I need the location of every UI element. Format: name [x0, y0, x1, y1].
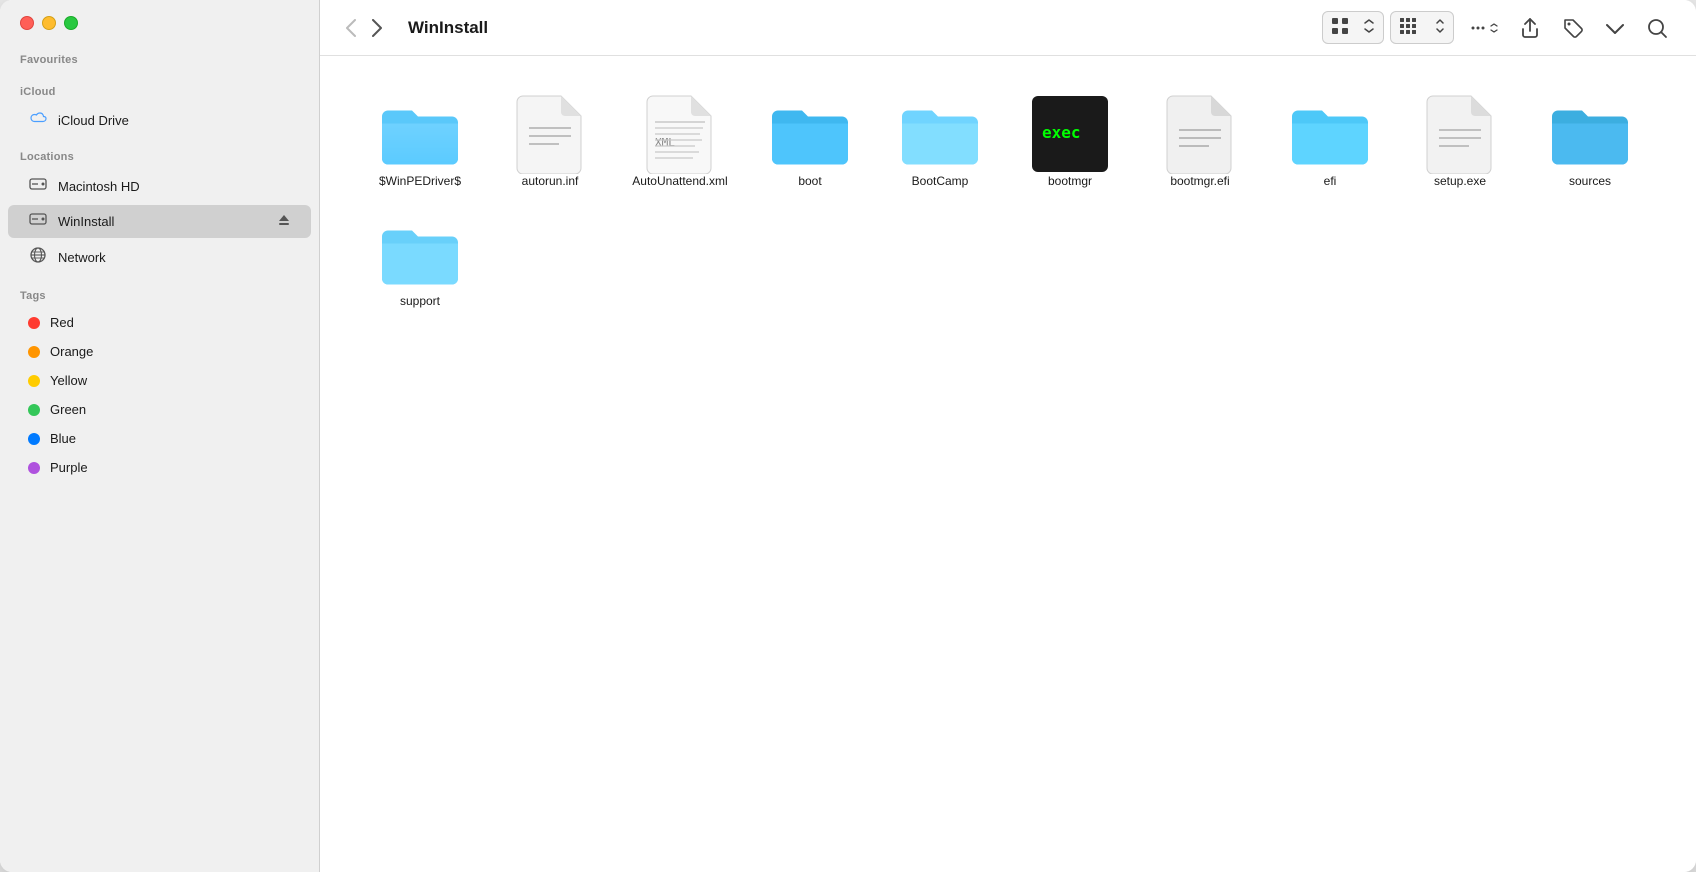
file-name-sources: sources: [1569, 174, 1611, 188]
tag-red-label: Red: [50, 315, 74, 330]
favourites-label: Favourites: [0, 40, 319, 72]
overflow-button[interactable]: [1598, 17, 1632, 39]
file-item-bootmgr[interactable]: exec bootmgr: [1010, 86, 1130, 196]
tag-dot-blue: [28, 433, 40, 445]
folder-icon-bootcamp: [900, 94, 980, 174]
forward-button[interactable]: [366, 15, 388, 41]
file-icon-autounattend: XML: [640, 94, 720, 174]
close-button[interactable]: [20, 16, 34, 30]
file-icon-setup-exe: [1420, 94, 1500, 174]
file-icon-autorun: [510, 94, 590, 174]
disk-icon-2: [28, 211, 48, 232]
tag-button[interactable]: [1554, 13, 1592, 43]
file-item-support[interactable]: support: [360, 206, 480, 316]
toolbar-right: [1322, 11, 1676, 44]
file-name-winpedriver: $WinPEDriver$: [379, 174, 461, 188]
file-item-autounattend[interactable]: XML AutoUnattend.xml: [620, 86, 740, 196]
sidebar-item-tag-green[interactable]: Green: [8, 396, 311, 423]
back-button[interactable]: [340, 15, 362, 41]
sidebar-item-tag-orange[interactable]: Orange: [8, 338, 311, 365]
tag-orange-label: Orange: [50, 344, 93, 359]
maximize-button[interactable]: [64, 16, 78, 30]
svg-text:XML: XML: [655, 136, 675, 149]
file-name-autounattend: AutoUnattend.xml: [632, 174, 727, 188]
view-chevron-button2[interactable]: [1429, 16, 1451, 39]
view-list-button[interactable]: [1393, 14, 1427, 41]
tag-yellow-label: Yellow: [50, 373, 87, 388]
view-chevron-button[interactable]: [1357, 16, 1381, 39]
tag-dot-red: [28, 317, 40, 329]
more-options-button[interactable]: [1460, 14, 1506, 42]
disk-icon: [28, 176, 48, 197]
tags-label: Tags: [0, 276, 319, 308]
svg-text:exec: exec: [1042, 123, 1081, 142]
file-name-boot: boot: [798, 174, 821, 188]
locations-label: Locations: [0, 137, 319, 169]
macintosh-hd-label: Macintosh HD: [58, 179, 140, 194]
file-icon-bootmgr: exec: [1030, 94, 1110, 174]
tag-green-label: Green: [50, 402, 86, 417]
network-label: Network: [58, 250, 106, 265]
file-item-bootcamp[interactable]: BootCamp: [880, 86, 1000, 196]
view-toggle-group: [1322, 11, 1384, 44]
wininstall-label: WinInstall: [58, 214, 114, 229]
file-item-winpedriver[interactable]: $WinPEDriver$: [360, 86, 480, 196]
file-name-efi: efi: [1324, 174, 1337, 188]
icloud-drive-label: iCloud Drive: [58, 113, 129, 128]
folder-icon-boot: [770, 94, 850, 174]
folder-icon-support: [380, 214, 460, 294]
toolbar-title: WinInstall: [408, 18, 488, 38]
sidebar-item-tag-purple[interactable]: Purple: [8, 454, 311, 481]
nav-buttons: [340, 15, 388, 41]
tag-dot-orange: [28, 346, 40, 358]
view-grid-button[interactable]: [1325, 14, 1355, 41]
tag-dot-purple: [28, 462, 40, 474]
main-content: WinInstall: [320, 0, 1696, 872]
sidebar-item-icloud-drive[interactable]: iCloud Drive: [8, 105, 311, 136]
view-toggle-group2: [1390, 11, 1454, 44]
file-name-support: support: [400, 294, 440, 308]
folder-icon-winpedriver: [380, 94, 460, 174]
file-icon-bootmgr-efi: [1160, 94, 1240, 174]
minimize-button[interactable]: [42, 16, 56, 30]
file-item-autorun-inf[interactable]: autorun.inf: [490, 86, 610, 196]
sidebar-item-macintosh-hd[interactable]: Macintosh HD: [8, 170, 311, 203]
sidebar-item-network[interactable]: Network: [8, 240, 311, 275]
file-name-bootmgr: bootmgr: [1048, 174, 1092, 188]
icloud-label: iCloud: [0, 72, 319, 104]
toolbar: WinInstall: [320, 0, 1696, 56]
file-item-setup-exe[interactable]: setup.exe: [1400, 86, 1520, 196]
sidebar: Favourites iCloud iCloud Drive Locations: [0, 0, 320, 872]
file-item-boot[interactable]: boot: [750, 86, 870, 196]
tag-blue-label: Blue: [50, 431, 76, 446]
window-controls: [0, 0, 319, 40]
folder-icon-sources: [1550, 94, 1630, 174]
finder-window: Favourites iCloud iCloud Drive Locations: [0, 0, 1696, 872]
tag-dot-yellow: [28, 375, 40, 387]
tag-purple-label: Purple: [50, 460, 88, 475]
share-button[interactable]: [1512, 13, 1548, 43]
tag-dot-green: [28, 404, 40, 416]
globe-icon: [28, 246, 48, 269]
icloud-icon: [28, 111, 48, 130]
eject-icon[interactable]: [277, 213, 291, 230]
file-grid: $WinPEDriver$ autorun.inf XML: [320, 56, 1696, 872]
file-item-bootmgr-efi[interactable]: bootmgr.efi: [1140, 86, 1260, 196]
sidebar-item-tag-red[interactable]: Red: [8, 309, 311, 336]
file-item-sources[interactable]: sources: [1530, 86, 1650, 196]
file-name-setup-exe: setup.exe: [1434, 174, 1486, 188]
file-name-bootcamp: BootCamp: [912, 174, 969, 188]
file-name-bootmgr-efi: bootmgr.efi: [1170, 174, 1229, 188]
sidebar-item-tag-blue[interactable]: Blue: [8, 425, 311, 452]
sidebar-item-wininstall[interactable]: WinInstall: [8, 205, 311, 238]
sidebar-item-tag-yellow[interactable]: Yellow: [8, 367, 311, 394]
search-button[interactable]: [1638, 13, 1676, 43]
file-item-efi[interactable]: efi: [1270, 86, 1390, 196]
folder-icon-efi: [1290, 94, 1370, 174]
file-name-autorun-inf: autorun.inf: [522, 174, 579, 188]
